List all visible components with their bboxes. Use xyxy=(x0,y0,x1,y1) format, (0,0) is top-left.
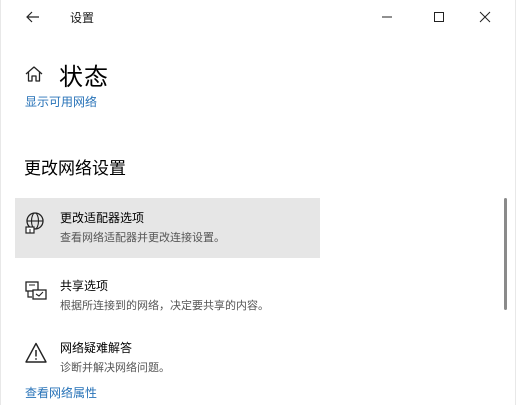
scrollbar-thumb[interactable] xyxy=(504,198,507,310)
settings-window: 设置 状态 显示可用网络 更改网络设置 更改适配器选项 查看网络适配器并更改连接… xyxy=(0,0,516,405)
network-troubleshooter-item[interactable]: 网络疑难解答 诊断并解决网络问题。 xyxy=(15,328,320,388)
window-title: 设置 xyxy=(70,11,95,25)
back-button[interactable] xyxy=(19,6,47,28)
page-title: 状态 xyxy=(59,62,109,91)
section-title: 更改网络设置 xyxy=(24,159,126,179)
sharing-options-item[interactable]: 共享选项 根据所连接到的网络，决定要共享的内容。 xyxy=(15,266,320,326)
close-button[interactable] xyxy=(467,4,503,30)
item-title: 共享选项 xyxy=(60,279,109,293)
view-network-properties-link[interactable]: 查看网络属性 xyxy=(25,384,97,401)
minimize-button[interactable] xyxy=(369,4,405,30)
item-description: 根据所连接到的网络，决定要共享的内容。 xyxy=(60,299,269,312)
minimize-icon xyxy=(382,16,392,18)
maximize-icon xyxy=(434,12,444,22)
close-icon xyxy=(479,11,491,23)
item-title: 网络疑难解答 xyxy=(60,341,133,355)
sharing-icon xyxy=(23,278,49,304)
title-bar: 设置 xyxy=(1,0,515,34)
network-adapter-icon xyxy=(23,210,49,236)
maximize-button[interactable] xyxy=(421,4,457,30)
item-title: 更改适配器选项 xyxy=(60,211,145,225)
item-description: 查看网络适配器并更改连接设置。 xyxy=(60,231,225,244)
change-adapter-options-item[interactable]: 更改适配器选项 查看网络适配器并更改连接设置。 xyxy=(15,198,320,258)
warning-icon xyxy=(23,340,49,366)
back-arrow-icon xyxy=(26,11,39,23)
home-icon[interactable] xyxy=(23,63,45,85)
item-description: 诊断并解决网络问题。 xyxy=(60,361,170,374)
show-available-networks-link[interactable]: 显示可用网络 xyxy=(25,93,97,110)
page-header: 状态 xyxy=(23,58,109,91)
